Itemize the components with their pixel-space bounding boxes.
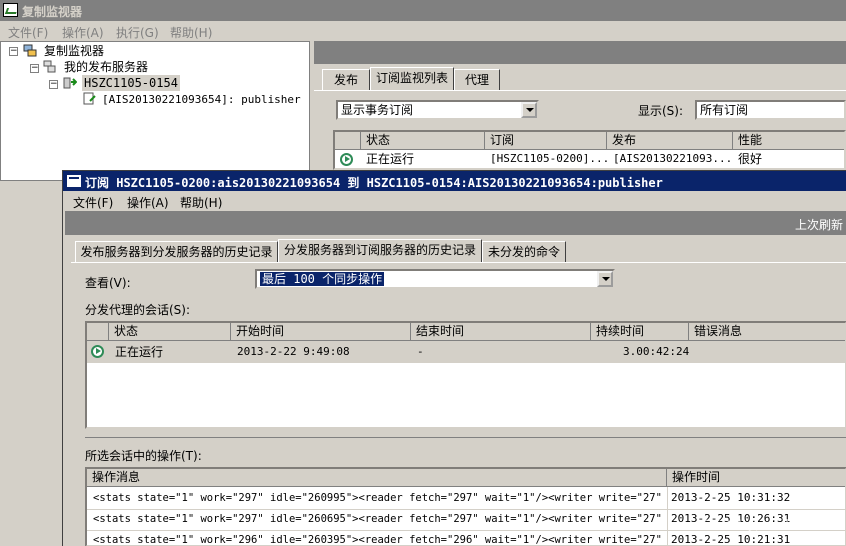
show-select[interactable]: 所有订阅 (695, 100, 846, 120)
subscription-type-select[interactable]: 显示事务订阅 (336, 100, 539, 120)
watermark: CSDN @smile_fire (702, 518, 828, 534)
column-header-end-time[interactable]: 结束时间 (411, 323, 591, 341)
row-performance: 很好 (738, 152, 763, 166)
menu-file[interactable]: 文件(F) (8, 24, 48, 41)
chevron-down-icon[interactable] (521, 102, 537, 118)
collapse-icon[interactable]: − (9, 47, 18, 56)
chevron-down-icon[interactable] (597, 271, 613, 287)
action-time: 2013-2-25 10:31:32 (671, 491, 791, 504)
subscription-grid: 状态 订阅 发布 性能 正在运行 [HSZC1105-0200]... [AIS… (333, 130, 846, 170)
row-subscription: [HSZC1105-0200]... (490, 152, 610, 165)
right-pane-header (314, 42, 846, 64)
column-header-action-message[interactable]: 操作消息 (87, 469, 667, 487)
publisher-group-icon (43, 60, 56, 73)
column-header-subscription[interactable]: 订阅 (485, 132, 607, 150)
actions-grid: 操作消息 操作时间 <stats state="1" work="297" id… (85, 467, 846, 546)
sessions-label: 分发代理的会话(S): (85, 303, 191, 317)
column-header-action-time[interactable]: 操作时间 (667, 469, 845, 487)
action-message: <stats state="1" work="297" idle="260695… (93, 513, 663, 525)
show-label: 显示(S): (638, 104, 684, 118)
dialog-tab-divider (71, 262, 846, 263)
action-message: <stats state="1" work="297" idle="260995… (93, 492, 663, 504)
dialog-menu-bar: 文件(F) 操作(A) 帮助(H) (63, 191, 846, 211)
view-label: 查看(V): (85, 276, 131, 290)
publication-icon (83, 92, 96, 105)
session-end-time: - (417, 345, 424, 358)
tab-divider (314, 90, 846, 91)
column-header-status[interactable]: 状态 (361, 132, 485, 150)
session-start-time: 2013-2-22 9:49:08 (237, 345, 350, 358)
tab-publisher-to-distributor[interactable]: 发布服务器到分发服务器的历史记录 (75, 241, 278, 262)
main-menu-bar: 文件(F) 操作(A) 执行(G) 帮助(H) (0, 21, 846, 41)
action-message: <stats state="1" work="296" idle="260395… (93, 534, 663, 546)
session-duration: 3.00:42:24 (623, 345, 690, 358)
column-header-start-time[interactable]: 开始时间 (231, 323, 411, 341)
sessions-grid: 状态 开始时间 结束时间 持续时间 错误消息 正在运行 2013-2-22 9:… (85, 321, 846, 429)
navigation-tree: − 复制监视器 − 我的发布服务器 − HSZC1105-0154 [AIS20… (0, 41, 310, 181)
row-status: 正在运行 (366, 152, 415, 166)
view-value: 最后 100 个同步操作 (260, 272, 385, 286)
dialog-menu-file[interactable]: 文件(F) (73, 194, 113, 211)
running-status-icon (91, 345, 104, 358)
replication-monitor-icon (3, 3, 18, 17)
column-header-icon (335, 132, 361, 150)
column-header-performance[interactable]: 性能 (733, 132, 844, 150)
column-divider (667, 487, 668, 545)
main-title-bar: 复制监视器 (0, 0, 846, 21)
column-header-icon (87, 323, 109, 341)
tab-publications[interactable]: 发布 (322, 69, 370, 90)
collapse-icon[interactable]: − (30, 64, 39, 73)
table-row[interactable]: 正在运行 2013-2-22 9:49:08 - 3.00:42:24 (87, 341, 845, 363)
column-header-status[interactable]: 状态 (109, 323, 231, 341)
subscription-dialog: 订阅 HSZC1105-0200:ais20130221093654 到 HSZ… (62, 170, 846, 546)
main-window-title: 复制监视器 (22, 5, 83, 19)
separator (85, 437, 846, 438)
tree-item-server[interactable]: HSZC1105-0154 (82, 75, 180, 91)
dialog-menu-help[interactable]: 帮助(H) (180, 194, 222, 211)
running-status-icon (340, 153, 353, 166)
last-refresh-label: 上次刷新 (794, 218, 843, 232)
tab-undistributed-commands[interactable]: 未分发的命令 (482, 241, 566, 262)
tree-item-my-publishers[interactable]: 我的发布服务器 (64, 59, 148, 75)
dialog-title: 订阅 HSZC1105-0200:ais20130221093654 到 HSZ… (85, 176, 663, 190)
column-header-error-message[interactable]: 错误消息 (689, 323, 845, 341)
subscription-type-value: 显示事务订阅 (341, 103, 414, 117)
tab-distributor-to-subscriber[interactable]: 分发服务器到订阅服务器的历史记录 (278, 239, 482, 262)
menu-execute[interactable]: 执行(G) (116, 24, 159, 41)
menu-help[interactable]: 帮助(H) (170, 24, 212, 41)
actions-label: 所选会话中的操作(T): (85, 449, 202, 463)
dialog-title-bar: 订阅 HSZC1105-0200:ais20130221093654 到 HSZ… (63, 171, 846, 191)
window-icon (67, 175, 81, 187)
server-icon (63, 77, 77, 89)
row-publication: [AIS20130221093... (613, 152, 733, 165)
dialog-menu-action[interactable]: 操作(A) (127, 194, 169, 211)
dialog-banner: 上次刷新 (65, 211, 846, 235)
column-header-duration[interactable]: 持续时间 (591, 323, 689, 341)
column-header-publication[interactable]: 发布 (607, 132, 733, 150)
tab-agents[interactable]: 代理 (454, 69, 500, 90)
show-value: 所有订阅 (700, 103, 749, 117)
menu-action[interactable]: 操作(A) (62, 24, 104, 41)
view-select[interactable]: 最后 100 个同步操作 (255, 269, 615, 289)
tree-item-publication[interactable]: [AIS20130221093654]: publisher (102, 92, 301, 108)
session-status: 正在运行 (115, 345, 164, 359)
tree-item-replication-monitor[interactable]: 复制监视器 (44, 43, 104, 59)
collapse-icon[interactable]: − (49, 80, 58, 89)
monitor-root-icon (23, 44, 37, 57)
tab-subscription-watchlist[interactable]: 订阅监视列表 (370, 67, 454, 90)
